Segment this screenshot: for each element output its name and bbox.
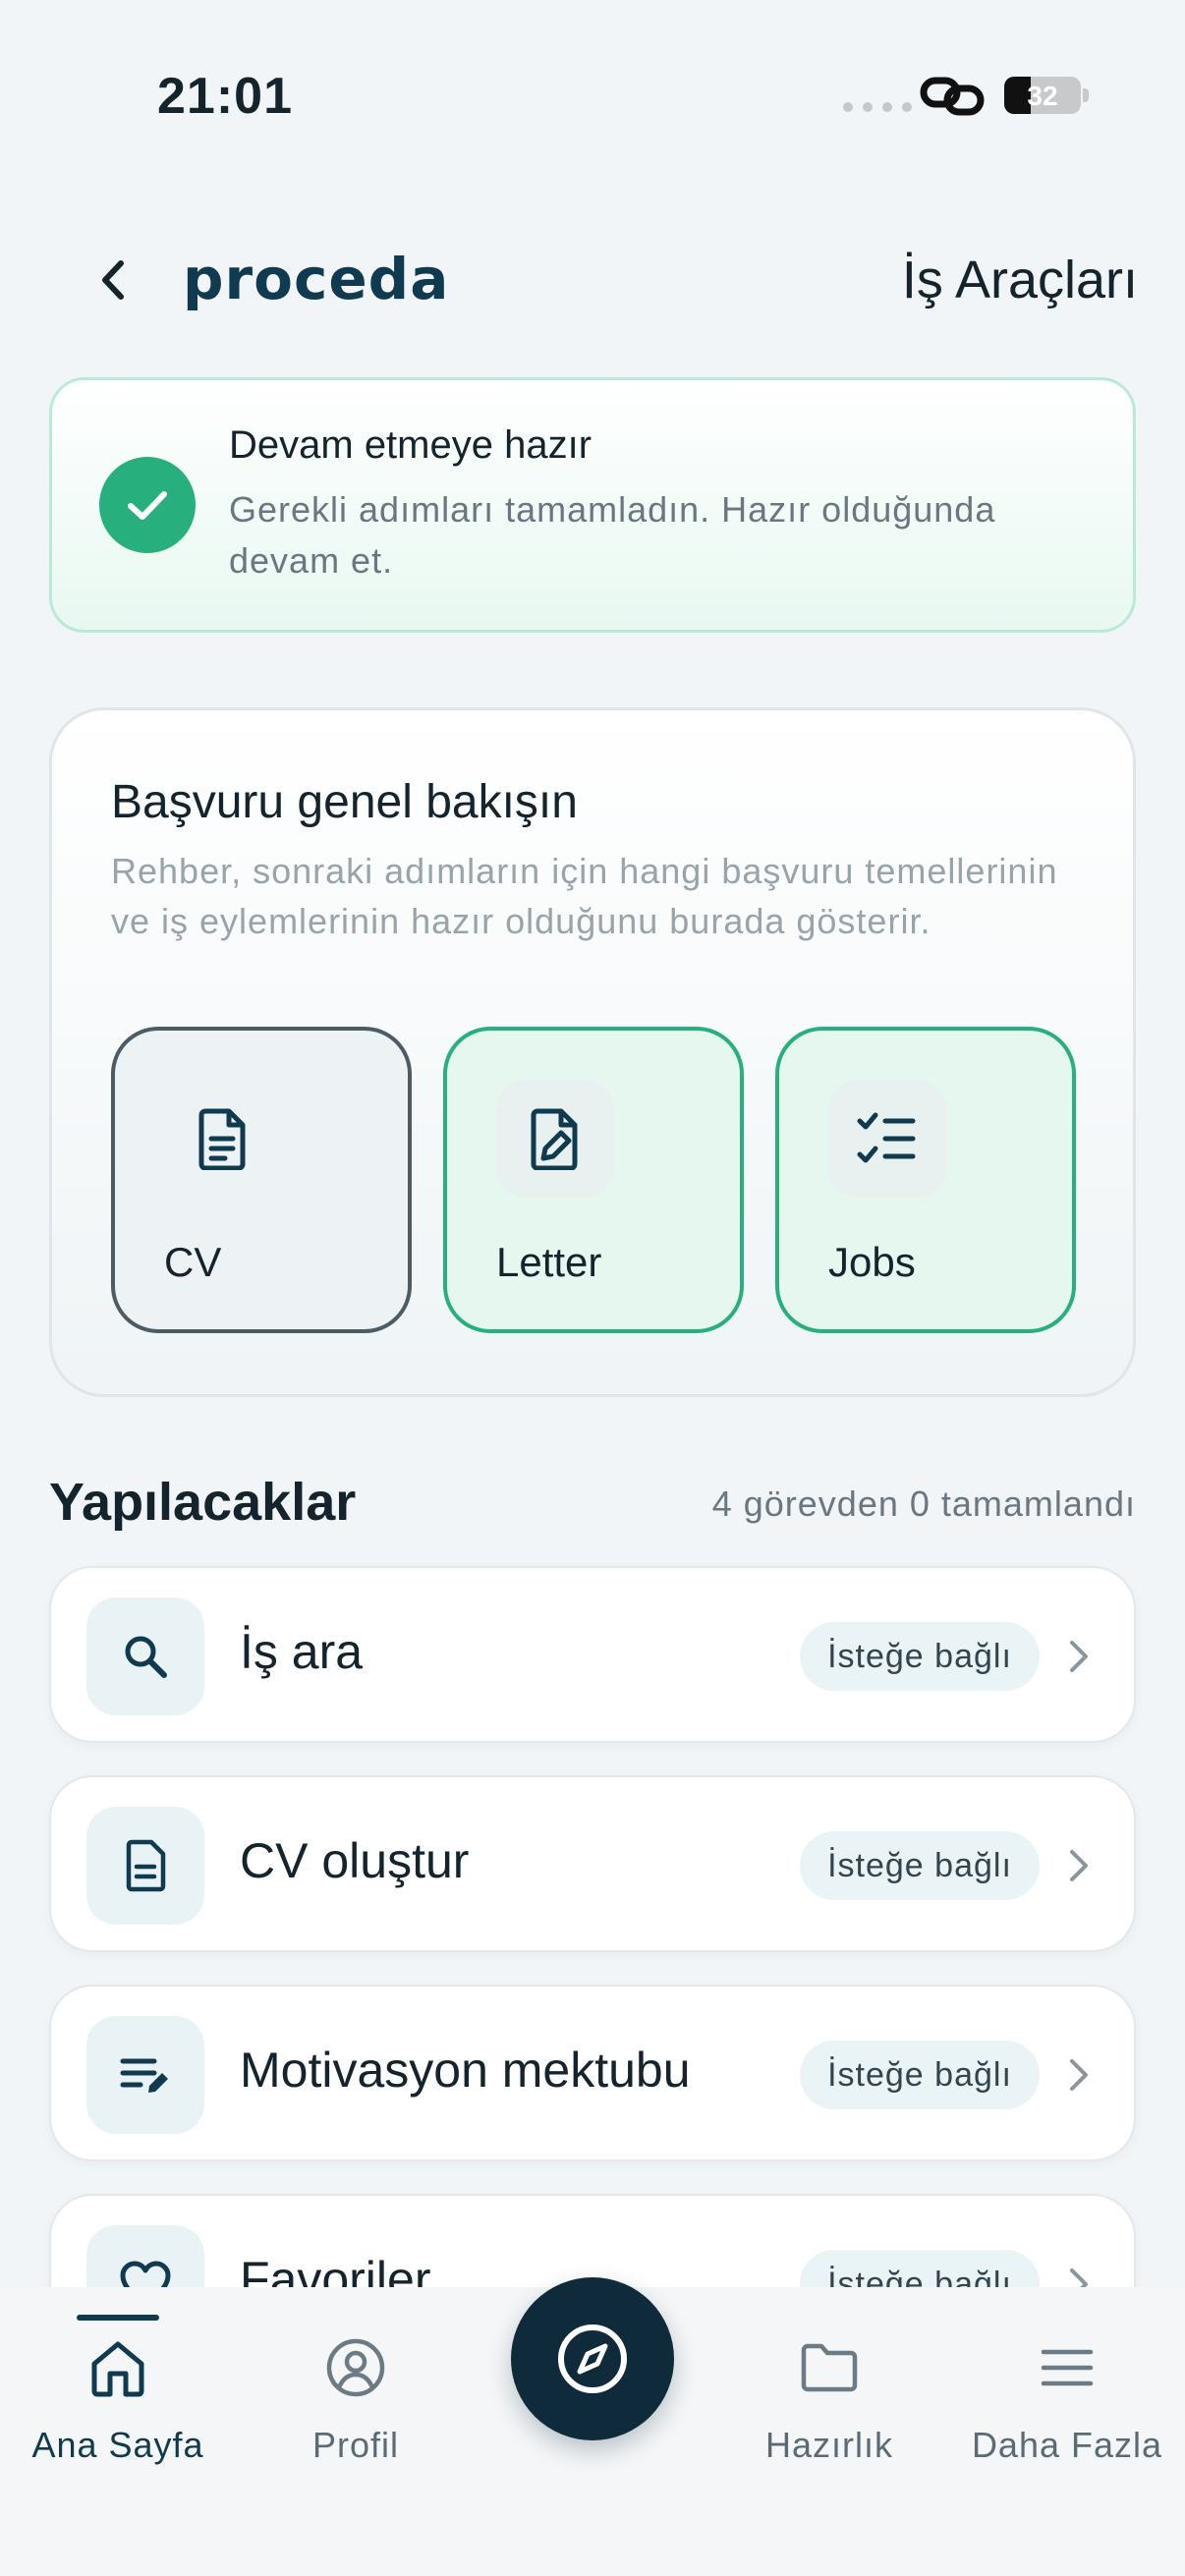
optional-badge: İsteğe bağlı — [800, 1622, 1040, 1691]
optional-badge: İsteğe bağlı — [800, 1831, 1040, 1900]
task-label: İş ara — [240, 1624, 364, 1679]
tasks-title: Yapılacaklar — [49, 1473, 357, 1532]
nav-preparation[interactable]: Hazırlık — [711, 2287, 947, 2484]
document-icon — [86, 1807, 204, 1925]
overview-description: Rehber, sonraki adımların için hangi baş… — [111, 851, 1058, 941]
folder-icon — [790, 2328, 869, 2407]
task-label: Motivasyon mektubu — [240, 2043, 691, 2098]
nav-label: Hazırlık — [764, 2425, 893, 2465]
check-circle-icon — [99, 457, 196, 553]
nav-profile[interactable]: Profil — [238, 2287, 474, 2484]
nav-home[interactable]: Ana Sayfa — [0, 2287, 236, 2484]
task-motivation-letter[interactable]: Motivasyon mektubu İsteğe bağlı — [49, 1985, 1136, 2161]
signal-dots-icon — [843, 102, 912, 112]
tile-label: Jobs — [828, 1239, 916, 1285]
application-overview-card: Başvuru genel bakışın Rehber, sonraki ad… — [49, 707, 1136, 1397]
discover-fab-button[interactable] — [511, 2277, 674, 2440]
search-icon — [86, 1597, 204, 1715]
tile-label: CV — [164, 1239, 222, 1285]
battery-icon: 32 — [1004, 77, 1081, 114]
edit-notes-icon — [86, 2016, 204, 2134]
nav-more[interactable]: Daha Fazla — [949, 2287, 1185, 2484]
battery-level: 32 — [1027, 81, 1058, 111]
chevron-right-icon — [1059, 1627, 1099, 1686]
nav-label: Ana Sayfa — [31, 2425, 204, 2465]
app-logo[interactable]: proceda — [183, 246, 449, 312]
battery-tip — [1083, 88, 1089, 102]
tile-letter[interactable]: Letter — [443, 1027, 744, 1333]
menu-icon — [1028, 2328, 1106, 2407]
letter-edit-icon — [496, 1080, 614, 1198]
chevron-right-icon — [1059, 1836, 1099, 1895]
document-icon — [164, 1080, 282, 1198]
link-icon — [920, 71, 985, 122]
task-search-jobs[interactable]: İş ara İsteğe bağlı — [49, 1566, 1136, 1743]
tile-jobs[interactable]: Jobs — [775, 1027, 1076, 1333]
task-create-cv[interactable]: CV oluştur İsteğe bağlı — [49, 1775, 1136, 1952]
compass-icon — [558, 2324, 627, 2393]
checklist-icon — [828, 1080, 946, 1198]
tile-label: Letter — [496, 1239, 602, 1285]
tasks-progress-text: 4 görevden 0 tamamlandı — [711, 1484, 1136, 1524]
overview-title: Başvuru genel bakışın — [111, 776, 578, 828]
chevron-left-icon — [102, 260, 124, 300]
back-button[interactable] — [79, 246, 147, 314]
task-label: CV oluştur — [240, 1833, 470, 1888]
nav-label: Daha Fazla — [971, 2425, 1163, 2465]
tile-cv[interactable]: CV — [111, 1027, 412, 1333]
ready-description: Gerekli adımları tamamladın. Hazır olduğ… — [229, 489, 996, 581]
profile-icon — [316, 2328, 395, 2407]
ready-title: Devam etmeye hazır — [229, 423, 592, 467]
nav-label: Profil — [311, 2425, 400, 2465]
status-time: 21:01 — [157, 68, 293, 125]
page-title: İş Araçları — [901, 251, 1138, 309]
optional-badge: İsteğe bağlı — [800, 2041, 1040, 2109]
chevron-right-icon — [1059, 2045, 1099, 2104]
ready-card: Devam etmeye hazır Gerekli adımları tama… — [49, 377, 1136, 633]
home-icon — [79, 2328, 157, 2407]
